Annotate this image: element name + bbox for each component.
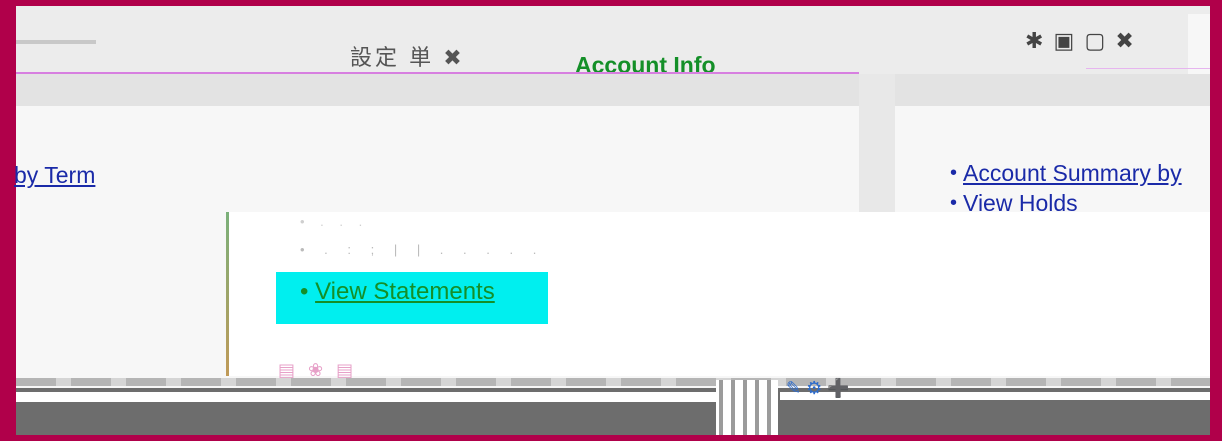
account-by-term-link[interactable]: by Term bbox=[14, 162, 95, 189]
account-summary-link[interactable]: Account Summary by bbox=[963, 160, 1182, 187]
toolbar-icons[interactable]: 設定 単 ✖ bbox=[350, 40, 465, 72]
faint-menu-item: • . . . bbox=[300, 214, 369, 229]
right-link-list: • Account Summary by • View Holds bbox=[950, 158, 1182, 218]
view-statements-link[interactable]: View Statements bbox=[315, 278, 495, 305]
list-item: • Account Summary by bbox=[950, 158, 1182, 188]
taskbar-separator bbox=[716, 380, 778, 435]
right-underline bbox=[1086, 68, 1210, 69]
toolbar-right-gap bbox=[1188, 14, 1210, 74]
overlay-left-border bbox=[226, 212, 229, 376]
window-controls[interactable]: ✱ ▣ ▢ ✖ bbox=[1025, 28, 1136, 54]
taskbar-top-strip bbox=[16, 378, 1210, 386]
nav-band bbox=[16, 74, 1210, 106]
bullet-icon: • bbox=[950, 161, 958, 184]
column-divider bbox=[859, 74, 895, 214]
faint-menu-item: • . : ; | | . . . . . bbox=[300, 242, 545, 257]
taskbar-icons[interactable]: ✎ ⚙ ➕ bbox=[786, 378, 850, 399]
page-title: Account Info bbox=[575, 52, 716, 74]
taskbar-left-field bbox=[16, 392, 716, 402]
toolbar-left-mark bbox=[16, 40, 96, 44]
view-statements-item: • View Statements bbox=[300, 278, 495, 305]
